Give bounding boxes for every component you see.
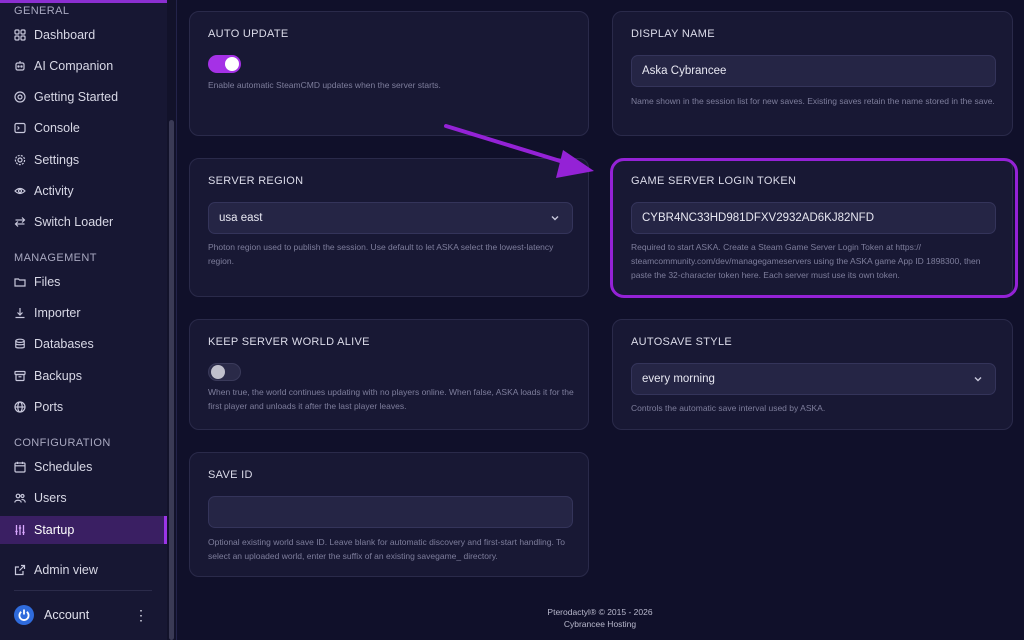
annotation-arrow-icon: [444, 124, 594, 178]
footer-copyright: Pterodactyl® © 2015 - 2026: [547, 607, 653, 617]
footer: Pterodactyl® © 2015 - 2026 Cybrancee Hos…: [500, 606, 700, 630]
footer-host: Cybrancee Hosting: [563, 619, 637, 629]
